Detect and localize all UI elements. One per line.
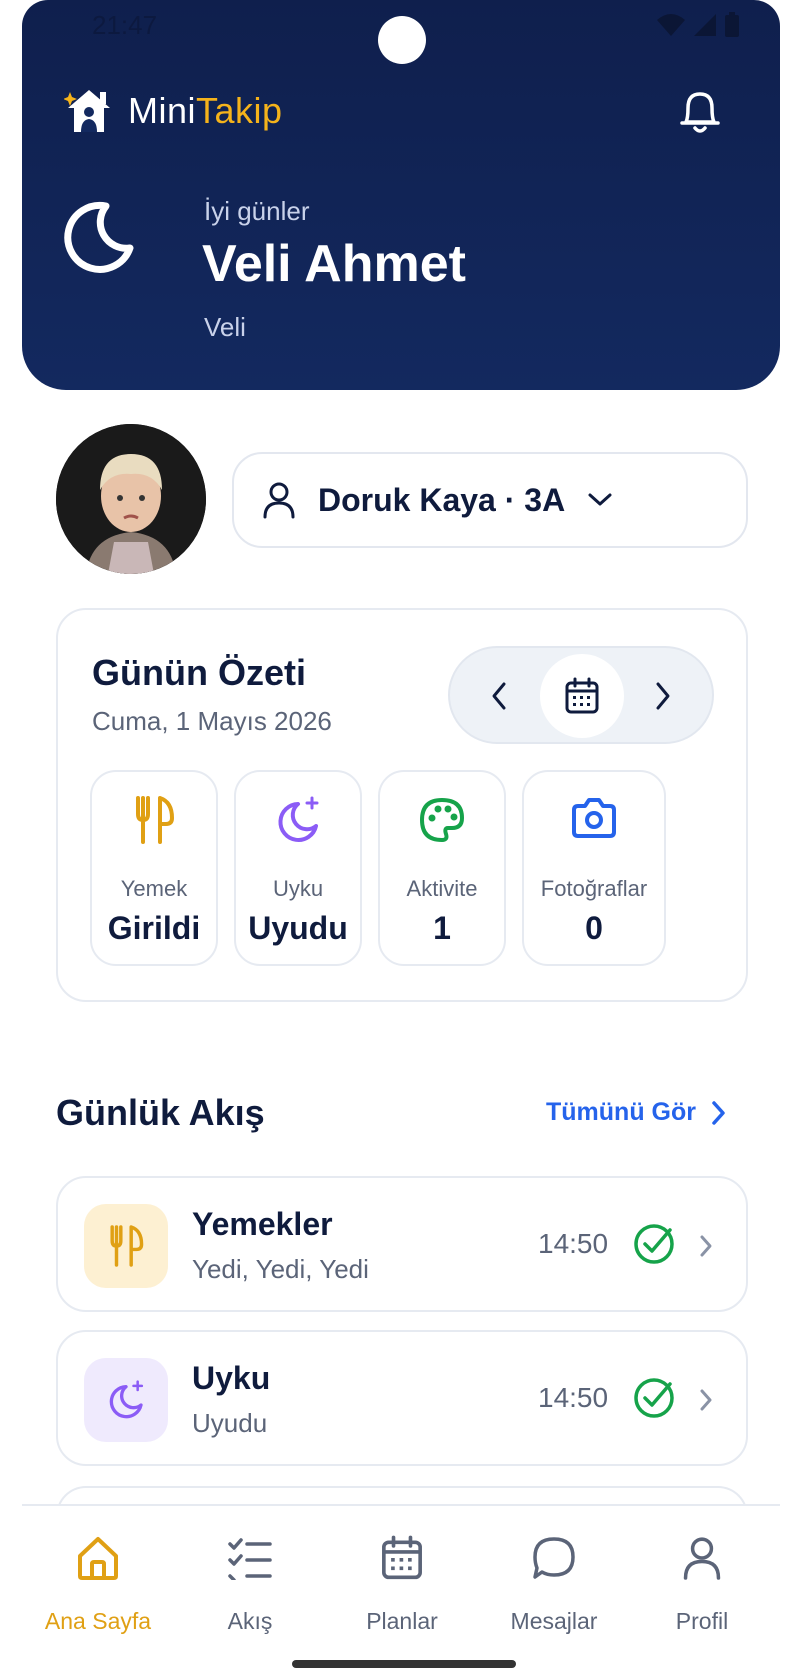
stat-value: Girildi: [107, 910, 201, 946]
nav-profile[interactable]: Profil: [626, 1530, 778, 1635]
user-icon: [263, 482, 295, 519]
nav-plans[interactable]: Planlar: [326, 1530, 478, 1635]
camera-cutout: [378, 16, 426, 64]
summary-date: Cuma, 1 Mayıs 2026: [92, 706, 332, 736]
calendar-icon: [565, 677, 599, 714]
brand-name-prefix: Mini: [128, 90, 197, 131]
user-name: Veli Ahmet: [202, 235, 466, 293]
home-indicator[interactable]: [292, 1660, 516, 1668]
child-avatar[interactable]: [56, 424, 206, 574]
bottom-navigation: Ana Sayfa Akış Planlar Mesajlar Profil: [22, 1504, 780, 1680]
moon-star-icon: [278, 796, 319, 842]
stat-label: Yemek: [120, 876, 188, 901]
child-name: Doruk Kaya · 3A: [318, 481, 566, 518]
stat-value: 1: [433, 910, 451, 946]
chat-icon: [533, 1537, 575, 1579]
palette-icon: [420, 798, 464, 842]
nav-label: Mesajlar: [510, 1608, 598, 1634]
nav-label: Ana Sayfa: [44, 1608, 152, 1634]
signal-icon: [694, 14, 716, 36]
flow-item-sleep[interactable]: Uyku Uyudu 14:50: [56, 1330, 748, 1466]
chevron-right-icon: [712, 1100, 725, 1125]
stat-activity[interactable]: Aktivite 1: [378, 770, 506, 966]
see-all-link[interactable]: Tümünü Gör: [546, 1098, 726, 1127]
flow-title: Günlük Akış: [56, 1092, 265, 1133]
brand: MiniTakip: [64, 86, 283, 136]
house-logo-icon: [64, 90, 110, 132]
brand-name: MiniTakip: [128, 90, 283, 132]
nav-flow[interactable]: Akış: [174, 1530, 326, 1635]
brand-name-accent: Takip: [196, 90, 283, 131]
see-all-label: Tümünü Gör: [546, 1098, 696, 1126]
date-navigator: [448, 646, 714, 744]
chevron-right-icon: [700, 1389, 712, 1411]
child-selector[interactable]: Doruk Kaya · 3A: [232, 452, 748, 548]
user-role: Veli: [204, 312, 246, 342]
checklist-icon: [228, 1538, 272, 1580]
flow-item-time: 14:50: [538, 1228, 609, 1259]
moon-icon: [64, 201, 134, 273]
status-icons: [656, 12, 740, 38]
chevron-left-icon[interactable]: [486, 678, 512, 714]
flow-item-name: Uyku: [192, 1360, 271, 1396]
chevron-right-icon: [700, 1235, 712, 1257]
nav-messages[interactable]: Mesajlar: [478, 1530, 630, 1635]
app-screen: 21:47 MiniTakip İyi günler Veli Ahmet Ve…: [22, 0, 780, 1680]
stat-value: Uyudu: [248, 910, 348, 946]
home-icon: [78, 1537, 118, 1580]
fork-knife-icon: [136, 796, 174, 844]
flow-item-detail: Uyudu: [192, 1408, 268, 1438]
flow-item-name: Yemekler: [192, 1206, 333, 1242]
camera-icon: [572, 798, 616, 838]
stat-meal[interactable]: Yemek Girildi: [90, 770, 218, 966]
chevron-right-icon[interactable]: [650, 678, 676, 714]
stat-label: Uyku: [272, 876, 324, 901]
nav-label: Planlar: [366, 1608, 438, 1634]
check-circle-icon: [634, 1224, 674, 1264]
stat-label: Fotoğraflar: [540, 876, 648, 901]
summary-title: Günün Özeti: [92, 652, 306, 693]
nav-label: Akış: [227, 1608, 273, 1634]
flow-item-meals[interactable]: Yemekler Yedi, Yedi, Yedi 14:50: [56, 1176, 748, 1312]
nav-home[interactable]: Ana Sayfa: [22, 1530, 174, 1635]
greeting-text: İyi günler: [204, 196, 310, 226]
calendar-button[interactable]: [540, 654, 624, 738]
nav-label: Profil: [675, 1608, 729, 1634]
header: 21:47 MiniTakip İyi günler Veli Ahmet Ve…: [22, 0, 780, 390]
stat-photos[interactable]: Fotoğraflar 0: [522, 770, 666, 966]
status-time: 21:47: [92, 10, 158, 40]
stat-label: Aktivite: [406, 876, 478, 901]
stat-value: 0: [585, 910, 603, 946]
calendar-icon: [382, 1535, 422, 1580]
check-circle-icon: [634, 1378, 674, 1418]
flow-item-icon-badge: [84, 1204, 168, 1288]
flow-item-icon-badge: [84, 1358, 168, 1442]
battery-icon: [725, 12, 739, 37]
flow-item-time: 14:50: [538, 1382, 609, 1413]
flow-item-detail: Yedi, Yedi, Yedi: [192, 1254, 369, 1284]
user-icon: [683, 1537, 721, 1580]
daily-summary-card: Günün Özeti Cuma, 1 Mayıs 2026 Yemek Gir…: [56, 608, 748, 1002]
bell-icon[interactable]: [676, 86, 724, 138]
moon-star-icon: [109, 1380, 144, 1419]
child-photo: [56, 424, 206, 574]
stat-sleep[interactable]: Uyku Uyudu: [234, 770, 362, 966]
chevron-down-icon: [588, 493, 612, 506]
wifi-icon: [657, 14, 685, 36]
fork-knife-icon: [110, 1225, 144, 1267]
